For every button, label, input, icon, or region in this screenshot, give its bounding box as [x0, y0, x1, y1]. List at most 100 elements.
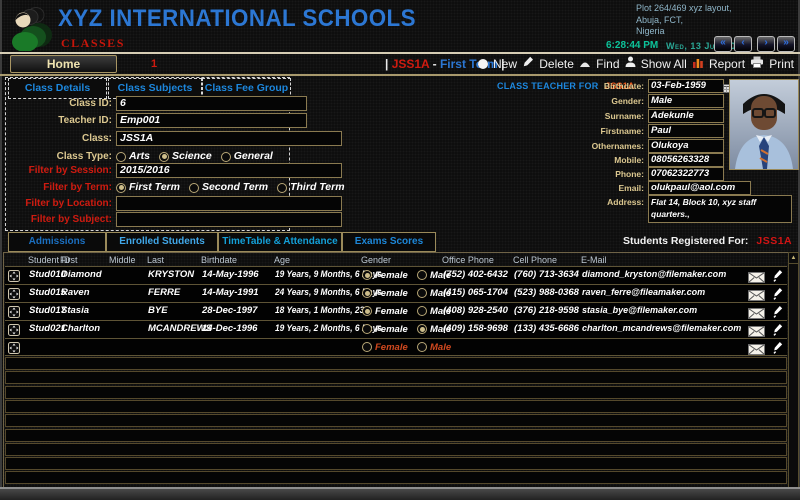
new-button[interactable]: New: [478, 57, 517, 71]
cell-birthdate[interactable]: 14-Dec-1996: [202, 321, 257, 337]
cell-cell-phone[interactable]: (376) 218-9598: [514, 303, 579, 319]
birthdate-input[interactable]: 03-Feb-1959: [648, 79, 724, 93]
cell-last-name[interactable]: KRYSTON: [148, 267, 194, 283]
radio-icon[interactable]: [417, 306, 427, 316]
radio-option-arts[interactable]: Arts: [116, 149, 150, 164]
radio-label: Arts: [129, 149, 150, 164]
radio-icon[interactable]: [362, 324, 372, 334]
send-email-icon[interactable]: [748, 342, 765, 360]
cell-first-name[interactable]: Diamond: [61, 267, 102, 283]
radio-icon[interactable]: [159, 152, 169, 162]
othernames-input[interactable]: Olukoya: [648, 139, 724, 153]
mobile-input[interactable]: 08056263328: [648, 153, 724, 167]
tab-timetable-attendance[interactable]: TimeTable & Attendance: [218, 232, 342, 252]
cell-office-phone[interactable]: (409) 158-9698: [443, 321, 508, 337]
radio-icon[interactable]: [417, 288, 427, 298]
radio-icon[interactable]: [417, 342, 427, 352]
table-row[interactable]: Stud021 Charlton MCANDREWS 14-Dec-1996 1…: [5, 320, 787, 339]
radio-icon[interactable]: [116, 183, 126, 193]
previous-record-button[interactable]: ‹: [734, 36, 752, 52]
next-record-button[interactable]: ›: [757, 36, 775, 52]
gender-female-radio[interactable]: Female: [362, 339, 408, 355]
cell-birthdate[interactable]: 28-Dec-1997: [202, 303, 257, 319]
teacher-gender-input[interactable]: Male: [648, 94, 724, 108]
cell-birthdate[interactable]: 14-May-1996: [202, 267, 259, 283]
cell-office-phone[interactable]: (408) 928-2540: [443, 303, 508, 319]
radio-icon[interactable]: [362, 288, 372, 298]
school-logo-icon: [5, 1, 55, 51]
radio-icon[interactable]: [362, 306, 372, 316]
show-all-button[interactable]: Show All: [625, 56, 687, 71]
radio-icon[interactable]: [189, 183, 199, 193]
last-record-button[interactable]: »: [777, 36, 795, 52]
radio-icon[interactable]: [417, 324, 427, 334]
cell-office-phone[interactable]: (752) 402-6432: [443, 267, 508, 283]
cell-first-name[interactable]: Raven: [61, 285, 90, 301]
teacher-id-input[interactable]: Emp001: [116, 113, 307, 128]
gender-female-radio[interactable]: Female: [362, 321, 408, 337]
email-input[interactable]: olukpaul@aol.com: [648, 181, 751, 195]
cell-cell-phone[interactable]: (133) 435-6686: [514, 321, 579, 337]
table-scrollbar[interactable]: ▲: [788, 252, 799, 488]
radio-option-first-term[interactable]: First Term: [116, 180, 180, 195]
phone-input[interactable]: 07062322773: [648, 167, 724, 181]
gender-male-radio[interactable]: Male: [417, 339, 451, 355]
othernames-label: Othernames:: [560, 139, 644, 153]
radio-option-second-term[interactable]: Second Term: [189, 180, 268, 195]
cell-last-name[interactable]: FERRE: [148, 285, 180, 301]
gender-female-radio[interactable]: Female: [362, 267, 408, 283]
table-row[interactable]: Stud010 Diamond KRYSTON 14-May-1996 19 Y…: [5, 266, 787, 285]
surname-label: Surname:: [560, 109, 644, 123]
tab-exams-scores[interactable]: Exams Scores: [342, 232, 436, 252]
radio-option-general[interactable]: General: [221, 149, 273, 164]
cell-email[interactable]: charlton_mcandrews@filemaker.com: [582, 321, 741, 337]
radio-icon[interactable]: [362, 270, 372, 280]
radio-label: Female: [375, 270, 408, 281]
radio-option-science[interactable]: Science: [159, 149, 212, 164]
cell-first-name[interactable]: Stasia: [61, 303, 89, 319]
home-button[interactable]: Home: [10, 55, 117, 73]
cell-cell-phone[interactable]: (523) 988-0368: [514, 285, 579, 301]
filter-session-input[interactable]: 2015/2016: [116, 163, 342, 178]
cell-office-phone[interactable]: (415) 065-1704: [443, 285, 508, 301]
firstname-input[interactable]: Paul: [648, 124, 724, 138]
radio-icon[interactable]: [277, 183, 287, 193]
new-record-row[interactable]: Female Male: [5, 338, 787, 356]
cell-cell-phone[interactable]: (760) 713-3634: [514, 267, 579, 283]
first-record-button[interactable]: «: [714, 36, 732, 52]
radio-option-third-term[interactable]: Third Term: [277, 180, 344, 195]
cell-last-name[interactable]: BYE: [148, 303, 168, 319]
edit-record-icon[interactable]: [773, 341, 783, 359]
delete-button[interactable]: Delete: [522, 56, 574, 71]
teacher-photo[interactable]: [729, 79, 799, 170]
cell-email[interactable]: stasia_bye@filemaker.com: [582, 303, 697, 319]
radio-icon[interactable]: [116, 152, 126, 162]
filter-subject-input[interactable]: [116, 212, 342, 227]
cell-birthdate[interactable]: 14-May-1991: [202, 285, 259, 301]
show-all-icon: [625, 56, 636, 71]
cell-email[interactable]: diamond_kryston@filemaker.com: [582, 267, 726, 283]
table-row[interactable]: Stud017 Stasia BYE 28-Dec-1997 18 Years,…: [5, 302, 787, 321]
class-id-input[interactable]: 6: [116, 96, 307, 111]
radio-icon[interactable]: [417, 270, 427, 280]
scroll-up-icon[interactable]: ▲: [789, 253, 798, 264]
tab-enrolled-students[interactable]: Enrolled Students: [106, 232, 218, 252]
radio-icon[interactable]: [362, 342, 372, 352]
tab-admissions[interactable]: Admissions: [8, 232, 106, 252]
radio-label: Female: [375, 342, 408, 353]
class-input[interactable]: JSS1A: [116, 131, 342, 146]
table-row[interactable]: Stud015 Raven FERRE 14-May-1991 24 Years…: [5, 284, 787, 303]
report-button[interactable]: Report: [692, 56, 745, 71]
cell-first-name[interactable]: Charlton: [61, 321, 100, 337]
cell-email[interactable]: raven_ferre@fileamaker.com: [582, 285, 705, 301]
gender-female-radio[interactable]: Female: [362, 285, 408, 301]
surname-input[interactable]: Adekunle: [648, 109, 724, 123]
drag-handle-icon[interactable]: [8, 341, 20, 359]
find-button[interactable]: Find: [579, 57, 619, 71]
print-button[interactable]: Print: [750, 56, 794, 71]
radio-icon[interactable]: [221, 152, 231, 162]
cell-age: 18 Years, 1 Months, 23: [275, 303, 364, 319]
gender-female-radio[interactable]: Female: [362, 303, 408, 319]
address-input[interactable]: Flat 14, Block 10, xyz staff quarters., …: [648, 195, 792, 223]
filter-location-input[interactable]: [116, 196, 342, 211]
